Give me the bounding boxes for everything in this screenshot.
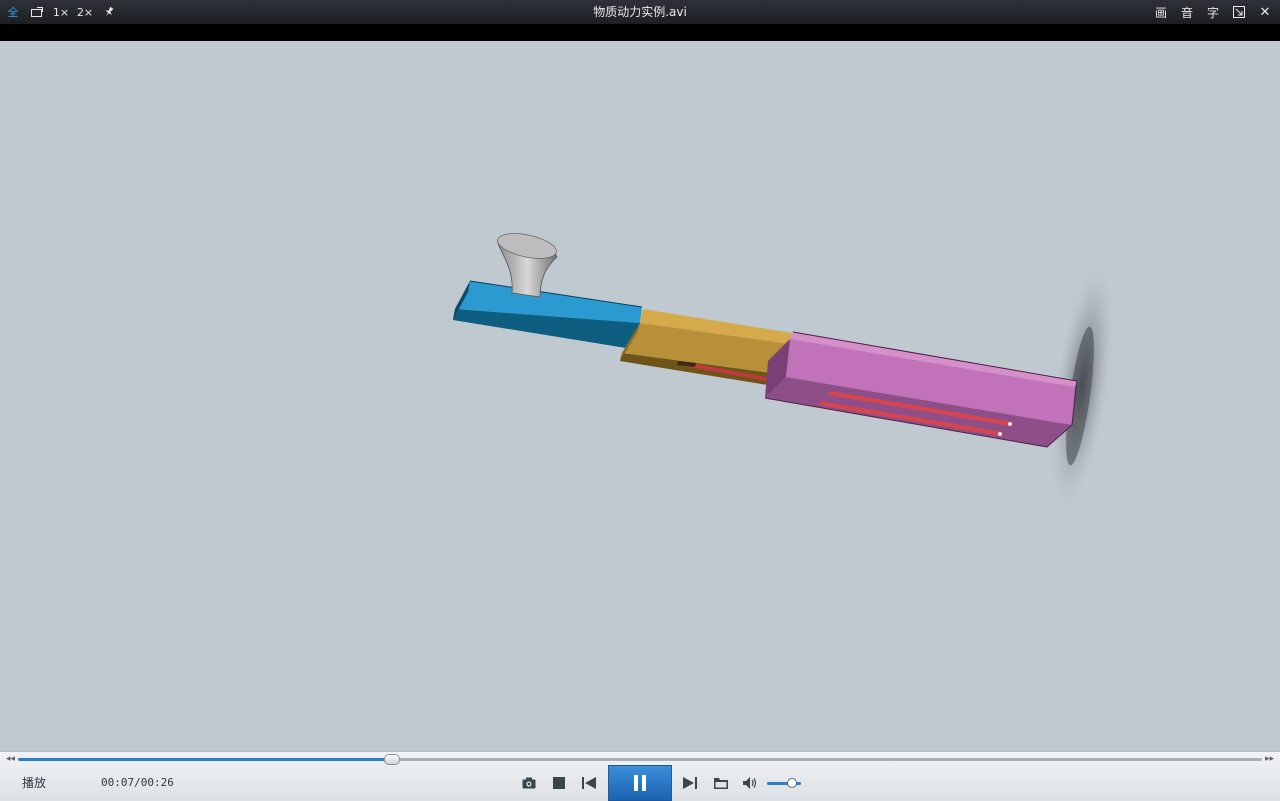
screenshot-button[interactable] bbox=[518, 770, 540, 796]
pause-button[interactable] bbox=[608, 765, 672, 801]
open-file-button[interactable] bbox=[710, 770, 732, 796]
pause-icon bbox=[634, 775, 646, 791]
stop-icon bbox=[553, 777, 565, 789]
playback-status: 播放 bbox=[22, 776, 47, 790]
folder-icon bbox=[714, 778, 728, 789]
mini-mode-button[interactable] bbox=[28, 2, 46, 22]
pin-top-button[interactable] bbox=[100, 2, 118, 22]
camera-icon bbox=[522, 777, 536, 789]
window-title: 物质动力实例.avi bbox=[593, 5, 687, 19]
pin-icon bbox=[105, 6, 114, 17]
mute-button[interactable] bbox=[740, 770, 762, 796]
subtitle-settings-button[interactable]: 字 bbox=[1204, 2, 1222, 22]
next-button[interactable] bbox=[679, 770, 701, 796]
mini-window-icon bbox=[31, 7, 43, 17]
picture-settings-button[interactable]: 画 bbox=[1152, 2, 1170, 22]
title-bar: 全 1× 2× 物质动力实例.avi 画 音 字 ✕ bbox=[0, 0, 1280, 24]
seek-forward-icon[interactable]: ▸▸ bbox=[1265, 754, 1274, 764]
volume-thumb[interactable] bbox=[787, 778, 797, 788]
close-button[interactable]: ✕ bbox=[1256, 2, 1274, 22]
seek-progress bbox=[18, 758, 392, 761]
video-display[interactable] bbox=[0, 41, 1280, 751]
previous-button[interactable] bbox=[578, 770, 600, 796]
titlebar-left-tools: 全 1× 2× bbox=[4, 0, 118, 24]
control-bar: ◂◂ ▸▸ 播放 00:07/00:26 bbox=[0, 751, 1280, 801]
previous-icon bbox=[582, 777, 596, 789]
video-frame-3d-model bbox=[453, 233, 1116, 515]
seek-back-icon[interactable]: ◂◂ bbox=[6, 754, 15, 764]
next-icon bbox=[683, 777, 697, 789]
screen-ratio-button[interactable] bbox=[1230, 2, 1248, 22]
video-letterbox bbox=[0, 24, 1280, 41]
seek-thumb[interactable] bbox=[384, 754, 401, 765]
size-2x-button[interactable]: 2× bbox=[76, 2, 94, 22]
seek-track[interactable] bbox=[18, 754, 1262, 765]
aspect-icon bbox=[1233, 6, 1245, 18]
audio-settings-button[interactable]: 音 bbox=[1178, 2, 1196, 22]
titlebar-right-tools: 画 音 字 ✕ bbox=[1152, 0, 1274, 24]
speaker-icon bbox=[743, 777, 757, 789]
fullscreen-button[interactable]: 全 bbox=[4, 2, 22, 22]
stop-button[interactable] bbox=[548, 770, 570, 796]
size-1x-button[interactable]: 1× bbox=[52, 2, 70, 22]
time-display: 00:07/00:26 bbox=[101, 776, 174, 789]
seek-bar: ◂◂ ▸▸ bbox=[0, 752, 1280, 766]
